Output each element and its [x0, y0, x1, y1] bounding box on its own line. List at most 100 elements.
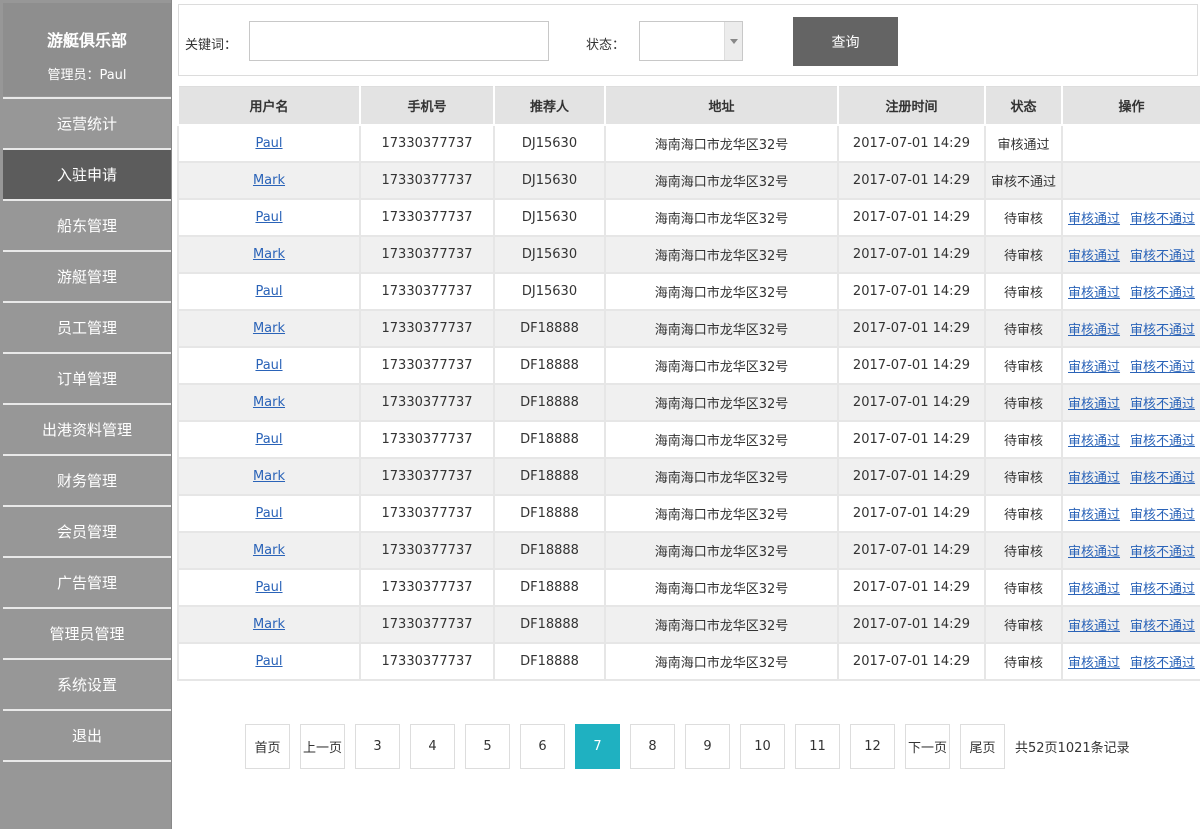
- approve-link[interactable]: 审核通过: [1068, 286, 1120, 301]
- reject-link[interactable]: 审核不通过: [1130, 656, 1195, 671]
- username-link[interactable]: Mark: [253, 617, 285, 632]
- reject-link[interactable]: 审核不通过: [1130, 360, 1195, 375]
- approve-link[interactable]: 审核通过: [1068, 582, 1120, 597]
- sidebar-item[interactable]: 出港资料管理: [3, 403, 171, 454]
- approve-link[interactable]: 审核通过: [1068, 249, 1120, 264]
- sidebar-item[interactable]: 入驻申请: [3, 148, 171, 199]
- username-link[interactable]: Paul: [255, 358, 282, 373]
- username-link[interactable]: Paul: [255, 506, 282, 521]
- cell-referrer: DF18888: [493, 604, 606, 644]
- keyword-input[interactable]: [249, 21, 549, 61]
- approve-link[interactable]: 审核通过: [1068, 397, 1120, 412]
- header-address: 地址: [604, 86, 839, 126]
- username-link[interactable]: Paul: [255, 654, 282, 669]
- page-number-button[interactable]: 9: [685, 724, 730, 769]
- cell-username: Paul: [177, 123, 361, 163]
- page-number-button[interactable]: 11: [795, 724, 840, 769]
- page-number-button[interactable]: 8: [630, 724, 675, 769]
- reject-link[interactable]: 审核不通过: [1130, 582, 1195, 597]
- query-button[interactable]: 查询: [793, 17, 898, 66]
- reject-link[interactable]: 审核不通过: [1130, 286, 1195, 301]
- approve-link[interactable]: 审核通过: [1068, 545, 1120, 560]
- page-number-button[interactable]: 6: [520, 724, 565, 769]
- chevron-down-icon[interactable]: [724, 22, 742, 60]
- reject-link[interactable]: 审核不通过: [1130, 212, 1195, 227]
- page-number-button[interactable]: 12: [850, 724, 895, 769]
- sidebar-item[interactable]: 游艇管理: [3, 250, 171, 301]
- approve-link[interactable]: 审核通过: [1068, 434, 1120, 449]
- cell-username: Mark: [177, 604, 361, 644]
- username-link[interactable]: Mark: [253, 395, 285, 410]
- cell-register-time: 2017-07-01 14:29: [837, 419, 986, 459]
- cell-address: 海南海口市龙华区32号: [604, 123, 839, 163]
- cell-register-time: 2017-07-01 14:29: [837, 493, 986, 533]
- page-number-button[interactable]: 5: [465, 724, 510, 769]
- cell-address: 海南海口市龙华区32号: [604, 456, 839, 496]
- reject-link[interactable]: 审核不通过: [1130, 471, 1195, 486]
- first-page-button[interactable]: 首页: [245, 724, 290, 769]
- approve-link[interactable]: 审核通过: [1068, 656, 1120, 671]
- sidebar-item[interactable]: 船东管理: [3, 199, 171, 250]
- cell-username: Mark: [177, 382, 361, 422]
- status-select[interactable]: [639, 21, 743, 61]
- username-link[interactable]: Paul: [255, 432, 282, 447]
- reject-link[interactable]: 审核不通过: [1130, 249, 1195, 264]
- cell-status: 审核不通过: [984, 160, 1063, 200]
- reject-link[interactable]: 审核不通过: [1130, 619, 1195, 634]
- sidebar-item[interactable]: 员工管理: [3, 301, 171, 352]
- sidebar-item[interactable]: 运营统计: [3, 97, 171, 148]
- cell-username: Mark: [177, 234, 361, 274]
- cell-register-time: 2017-07-01 14:29: [837, 530, 986, 570]
- cell-username: Paul: [177, 641, 361, 681]
- approve-link[interactable]: 审核通过: [1068, 360, 1120, 375]
- sidebar-item[interactable]: 广告管理: [3, 556, 171, 607]
- prev-page-button[interactable]: 上一页: [300, 724, 345, 769]
- sidebar-item-label: 广告管理: [56, 574, 117, 592]
- username-link[interactable]: Mark: [253, 543, 285, 558]
- cell-address: 海南海口市龙华区32号: [604, 493, 839, 533]
- reject-link[interactable]: 审核不通过: [1130, 545, 1195, 560]
- cell-referrer: DJ15630: [493, 123, 606, 163]
- page-number-button[interactable]: 10: [740, 724, 785, 769]
- sidebar-item[interactable]: 退出: [3, 709, 171, 760]
- page-number-button[interactable]: 3: [355, 724, 400, 769]
- cell-phone: 17330377737: [359, 234, 495, 274]
- approve-link[interactable]: 审核通过: [1068, 619, 1120, 634]
- username-link[interactable]: Mark: [253, 469, 285, 484]
- username-link[interactable]: Paul: [255, 210, 282, 225]
- approve-link[interactable]: 审核通过: [1068, 323, 1120, 338]
- username-link[interactable]: Paul: [255, 580, 282, 595]
- username-link[interactable]: Mark: [253, 247, 285, 262]
- username-link[interactable]: Paul: [255, 136, 282, 151]
- sidebar-item[interactable]: 订单管理: [3, 352, 171, 403]
- cell-actions: 审核通过 审核不通过: [1061, 345, 1200, 385]
- username-link[interactable]: Mark: [253, 173, 285, 188]
- username-link[interactable]: Paul: [255, 284, 282, 299]
- reject-link[interactable]: 审核不通过: [1130, 323, 1195, 338]
- cell-address: 海南海口市龙华区32号: [604, 271, 839, 311]
- sidebar-item-label: 游艇管理: [56, 268, 117, 286]
- cell-status: 审核通过: [984, 123, 1063, 163]
- next-page-button[interactable]: 下一页: [905, 724, 950, 769]
- reject-link[interactable]: 审核不通过: [1130, 397, 1195, 412]
- username-link[interactable]: Mark: [253, 321, 285, 336]
- page-number-button[interactable]: 4: [410, 724, 455, 769]
- cell-phone: 17330377737: [359, 456, 495, 496]
- sidebar-item[interactable]: 会员管理: [3, 505, 171, 556]
- cell-register-time: 2017-07-01 14:29: [837, 160, 986, 200]
- cell-status: 待审核: [984, 493, 1063, 533]
- page-number-button[interactable]: 7: [575, 724, 620, 769]
- table-header-row: 用户名 手机号 推荐人 地址 注册时间 状态 操作: [177, 86, 1200, 126]
- sidebar-item[interactable]: 管理员管理: [3, 607, 171, 658]
- sidebar-item[interactable]: 系统设置: [3, 658, 171, 709]
- table-row: Paul 17330377737 DJ15630 海南海口市龙华区32号 2017-07…: [177, 197, 1200, 237]
- reject-link[interactable]: 审核不通过: [1130, 434, 1195, 449]
- approve-link[interactable]: 审核通过: [1068, 508, 1120, 523]
- cell-referrer: DF18888: [493, 382, 606, 422]
- approve-link[interactable]: 审核通过: [1068, 471, 1120, 486]
- approve-link[interactable]: 审核通过: [1068, 212, 1120, 227]
- reject-link[interactable]: 审核不通过: [1130, 508, 1195, 523]
- last-page-button[interactable]: 尾页: [960, 724, 1005, 769]
- cell-actions: 审核通过 审核不通过: [1061, 234, 1200, 274]
- sidebar-item[interactable]: 财务管理: [3, 454, 171, 505]
